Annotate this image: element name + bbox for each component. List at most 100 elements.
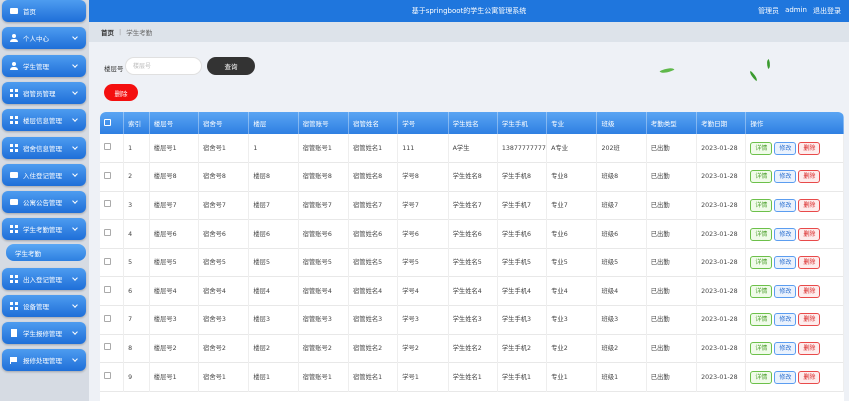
sidebar-item-label: 设备管理 — [23, 303, 49, 311]
row-checkbox[interactable] — [104, 171, 111, 179]
column-header: 学生手机 — [497, 112, 548, 134]
table-cell: 宿管账号1 — [298, 362, 349, 392]
edit-button[interactable]: 修改 — [774, 284, 797, 298]
table-cell: 班级1 — [596, 362, 647, 392]
sidebar-subitem-attendance[interactable]: 学生考勤 — [6, 244, 86, 261]
table-cell: 宿管账号2 — [298, 334, 349, 363]
edit-button[interactable]: 修改 — [774, 198, 797, 212]
delete-button[interactable]: 删除 — [798, 370, 821, 384]
table-cell: 班级3 — [596, 305, 647, 335]
breadcrumb-home[interactable]: 首页 — [101, 27, 114, 37]
select-all-checkbox[interactable] — [104, 118, 111, 126]
table-cell: 宿管姓名3 — [348, 305, 399, 335]
chevron-down-icon — [72, 198, 78, 204]
table-cell: 宿舍号1 — [198, 134, 250, 163]
row-select-cell — [100, 362, 125, 392]
detail-button[interactable]: 详情 — [750, 170, 773, 184]
detail-button[interactable]: 详情 — [750, 256, 773, 270]
detail-button[interactable]: 详情 — [750, 370, 773, 384]
chevron-down-icon — [72, 329, 78, 335]
sidebar-item-6[interactable]: 入住登记管理 — [2, 164, 86, 186]
floor-search-input[interactable] — [125, 57, 202, 75]
table-cell: 4 — [123, 219, 150, 249]
table-cell: 学生姓名6 — [448, 219, 498, 249]
edit-button[interactable]: 修改 — [774, 141, 797, 155]
sidebar-item-1[interactable]: 个人中心 — [2, 27, 86, 49]
edit-button[interactable]: 修改 — [774, 227, 797, 241]
grid-icon — [10, 116, 18, 124]
table-cell: 学生手机1 — [497, 362, 548, 392]
chevron-down-icon — [72, 171, 78, 177]
sidebar-item-8[interactable]: 学生考勤管理 — [2, 218, 86, 240]
sidebar-item-4[interactable]: 楼层信息管理 — [2, 109, 86, 131]
chevron-down-icon — [72, 89, 78, 95]
edit-button[interactable]: 修改 — [774, 341, 797, 355]
table-cell: 宿舍号7 — [198, 191, 250, 220]
delete-button[interactable]: 删除 — [798, 198, 821, 212]
detail-button[interactable]: 详情 — [750, 141, 773, 155]
sidebar-item-label: 公寓公告管理 — [23, 199, 62, 207]
sidebar-item-2[interactable]: 学生管理 — [2, 55, 86, 77]
row-checkbox[interactable] — [104, 286, 111, 294]
delete-button[interactable]: 删除 — [798, 227, 821, 241]
table-cell: 已出勤 — [646, 248, 698, 277]
column-header: 考勤日期 — [696, 112, 747, 134]
sidebar-item-11[interactable]: 学生报修管理 — [2, 322, 86, 344]
table-cell: 宿管账号1 — [298, 134, 349, 163]
row-checkbox[interactable] — [104, 200, 111, 208]
detail-button[interactable]: 详情 — [750, 341, 773, 355]
table-cell: 已出勤 — [646, 362, 698, 392]
logout-link[interactable]: 退出登录 — [813, 6, 841, 16]
row-checkbox[interactable] — [104, 143, 111, 151]
grid-icon — [10, 144, 18, 152]
delete-button[interactable]: 删除 — [798, 141, 821, 155]
row-actions: 详情 修改 删除 — [745, 334, 844, 363]
sidebar-item-3[interactable]: 宿管员管理 — [2, 82, 86, 104]
table-cell: 专业2 — [546, 334, 598, 363]
detail-button[interactable]: 详情 — [750, 198, 773, 212]
sidebar-item-0[interactable]: 首页 — [2, 0, 86, 22]
table-cell: 楼层1 — [248, 362, 299, 392]
table-cell: 宿管账号6 — [298, 219, 349, 249]
sidebar-item-7[interactable]: 公寓公告管理 — [2, 191, 86, 213]
detail-button[interactable]: 详情 — [750, 313, 773, 327]
table-cell: 楼层号5 — [149, 248, 200, 277]
delete-button[interactable]: 删除 — [798, 313, 821, 327]
search-button[interactable]: 查询 — [207, 57, 255, 75]
table-row: 4 楼层号6 宿舍号6 楼层6 宿管账号6 宿管姓名6 学号6 学生姓名6 学生手机6 专业6 班级… — [100, 219, 844, 249]
delete-button[interactable]: 删除 — [798, 170, 821, 184]
edit-button[interactable]: 修改 — [774, 313, 797, 327]
table-cell: 宿管姓名1 — [348, 362, 399, 392]
delete-button[interactable]: 删除 — [798, 341, 821, 355]
row-checkbox[interactable] — [104, 343, 111, 351]
row-checkbox[interactable] — [104, 229, 111, 237]
sidebar-item-10[interactable]: 设备管理 — [2, 295, 86, 317]
row-checkbox[interactable] — [104, 257, 111, 265]
table-cell: 2023-01-28 — [696, 362, 747, 392]
batch-delete-button[interactable]: 删除 — [104, 84, 138, 101]
detail-button[interactable]: 详情 — [750, 284, 773, 298]
table-cell: 已出勤 — [646, 134, 698, 163]
sidebar-item-label: 学生报修管理 — [23, 330, 62, 338]
edit-button[interactable]: 修改 — [774, 370, 797, 384]
table-cell: 已出勤 — [646, 191, 698, 220]
table-cell: 13877777777 — [497, 134, 548, 163]
delete-button[interactable]: 删除 — [798, 256, 821, 270]
table-cell: 2023-01-28 — [696, 134, 747, 163]
table-cell: 专业3 — [546, 305, 598, 335]
detail-button[interactable]: 详情 — [750, 227, 773, 241]
sidebar-item-12[interactable]: 报修处理管理 — [2, 349, 86, 371]
table-cell: 楼层号4 — [149, 276, 200, 306]
box-icon — [10, 171, 18, 179]
sidebar-item-label: 入住登记管理 — [23, 172, 62, 180]
row-checkbox[interactable] — [104, 314, 111, 322]
sidebar-item-9[interactable]: 出入登记管理 — [2, 268, 86, 290]
edit-button[interactable]: 修改 — [774, 256, 797, 270]
column-header: 宿舍号 — [198, 112, 250, 134]
row-checkbox[interactable] — [104, 372, 111, 380]
edit-button[interactable]: 修改 — [774, 170, 797, 184]
table-cell: 已出勤 — [646, 162, 698, 192]
delete-button[interactable]: 删除 — [798, 284, 821, 298]
sidebar-item-5[interactable]: 宿舍信息管理 — [2, 137, 86, 159]
table-cell: 8 — [123, 334, 150, 363]
